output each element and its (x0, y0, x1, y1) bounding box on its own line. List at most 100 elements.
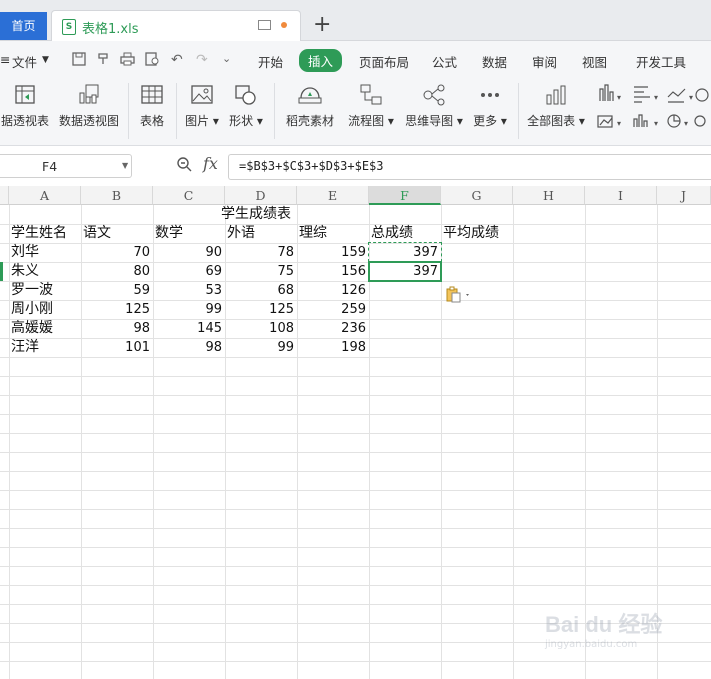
name-box[interactable]: F4 ▼ (0, 154, 132, 178)
table-button[interactable]: 表格 (134, 77, 170, 145)
cell-english[interactable]: 99 (225, 338, 294, 357)
cell-chinese[interactable]: 59 (81, 281, 150, 300)
quick-access-more-icon[interactable]: ⌄ (222, 52, 231, 65)
column-header-b[interactable]: B (81, 186, 153, 205)
column-header-e[interactable]: E (297, 186, 369, 205)
fx-icon[interactable]: fx (203, 154, 218, 173)
new-tab-button[interactable]: + (313, 11, 331, 39)
active-cell[interactable] (368, 261, 442, 282)
cell-chinese[interactable]: 125 (81, 300, 150, 319)
column-header-i[interactable]: I (585, 186, 657, 205)
ribbon-insert: 据透视表 数据透视图 表格 图片 ▾ 形状 ▾ 稻壳素材 流程图 ▾ 思维导图 … (0, 77, 711, 146)
menu-data[interactable]: 数据 (482, 52, 507, 71)
column-header-f[interactable]: F (369, 186, 441, 205)
menu-review[interactable]: 审阅 (532, 52, 557, 71)
cell-chinese[interactable]: 80 (81, 262, 150, 281)
column-header-h[interactable]: H (513, 186, 585, 205)
formula-input[interactable]: =$B$3+$C$3+$D$3+$E$3 (228, 154, 711, 180)
menu-view[interactable]: 视图 (582, 52, 607, 71)
pivot-chart-button[interactable]: 数据透视图 (56, 77, 122, 145)
cell-total[interactable] (369, 319, 438, 338)
menu-formula[interactable]: 公式 (432, 52, 457, 71)
cell-science[interactable]: 156 (297, 262, 366, 281)
chart-type-grid[interactable]: ▾ ▾ ▾ ▾ ▾ ▾ (596, 83, 711, 143)
cell-name[interactable]: 朱义 (11, 262, 39, 281)
menu-file[interactable]: 文件 (12, 52, 37, 71)
cell-math[interactable]: 98 (153, 338, 222, 357)
zoom-search-icon[interactable] (176, 156, 192, 176)
cell-name[interactable]: 罗一波 (11, 281, 53, 300)
spreadsheet-grid[interactable]: A B C D E F G H I J 学生成绩表 学生姓名 语文 数学 外语 … (0, 186, 711, 679)
copy-marquee (368, 242, 442, 262)
pivot-table-button[interactable]: 据透视表 (0, 77, 50, 145)
shape-button[interactable]: 形状 ▾ (226, 77, 266, 145)
table-icon (141, 85, 163, 104)
picture-button[interactable]: 图片 ▾ (182, 77, 222, 145)
cell-total[interactable] (369, 338, 438, 357)
cell-science[interactable]: 126 (297, 281, 366, 300)
svg-text:▾: ▾ (654, 93, 658, 102)
cell-chinese[interactable]: 70 (81, 243, 150, 262)
menu-page-layout[interactable]: 页面布局 (359, 52, 409, 71)
cell-english[interactable]: 125 (225, 300, 294, 319)
tab-document-label: 表格1.xls (82, 22, 139, 37)
paste-options-icon[interactable] (446, 286, 470, 303)
gridline (0, 452, 711, 453)
menu-insert[interactable]: 插入 (299, 49, 343, 72)
hamburger-icon[interactable]: ≡ (0, 52, 10, 67)
tab-document[interactable]: S 表格1.xls (51, 10, 301, 42)
cell-english[interactable]: 75 (225, 262, 294, 281)
cell-name[interactable]: 刘华 (11, 243, 39, 262)
more-button[interactable]: 更多 ▾ (470, 77, 510, 145)
cell-science[interactable]: 198 (297, 338, 366, 357)
cell-english[interactable]: 108 (225, 319, 294, 338)
cell-total[interactable] (369, 281, 438, 300)
mindmap-label: 思维导图 ▾ (405, 114, 463, 128)
chevron-down-icon[interactable]: ▼ (122, 161, 128, 170)
gridline (0, 604, 711, 605)
tab-home[interactable]: 首页 (0, 12, 47, 40)
cell-name[interactable]: 汪洋 (11, 338, 39, 357)
select-all-corner[interactable] (0, 186, 9, 205)
format-painter-icon[interactable] (96, 52, 110, 70)
chevron-down-icon[interactable]: ▼ (42, 55, 49, 65)
cell-math[interactable]: 90 (153, 243, 222, 262)
more-icon (481, 93, 499, 97)
cell-science[interactable]: 159 (297, 243, 366, 262)
print-icon[interactable] (120, 52, 135, 70)
cell-science[interactable]: 259 (297, 300, 366, 319)
menu-start[interactable]: 开始 (258, 52, 283, 71)
cell-math[interactable]: 145 (153, 319, 222, 338)
print-preview-icon[interactable] (145, 52, 160, 70)
cell-science[interactable]: 236 (297, 319, 366, 338)
docer-material-button[interactable]: 稻壳素材 (282, 77, 338, 145)
ribbon-divider (128, 83, 129, 139)
save-icon[interactable] (72, 52, 86, 70)
cell-total[interactable] (369, 300, 438, 319)
cell-chinese[interactable]: 98 (81, 319, 150, 338)
cell-name[interactable]: 周小刚 (11, 300, 53, 319)
name-box-value: F4 (42, 159, 58, 174)
column-header-d[interactable]: D (225, 186, 297, 205)
redo-icon[interactable]: ↷ (196, 52, 208, 68)
cell-chinese[interactable]: 101 (81, 338, 150, 357)
menu-developer[interactable]: 开发工具 (636, 52, 686, 71)
cell-name[interactable]: 高媛媛 (11, 319, 53, 338)
flowchart-button[interactable]: 流程图 ▾ (346, 77, 396, 145)
cell-math[interactable]: 53 (153, 281, 222, 300)
mindmap-button[interactable]: 思维导图 ▾ (404, 77, 464, 145)
cell-english[interactable]: 68 (225, 281, 294, 300)
svg-text:▾: ▾ (617, 93, 621, 102)
spreadsheet-file-icon: S (62, 19, 76, 35)
column-header-j[interactable]: J (657, 186, 711, 205)
cell-math[interactable]: 69 (153, 262, 222, 281)
cell-english[interactable]: 78 (225, 243, 294, 262)
column-header-g[interactable]: G (441, 186, 513, 205)
column-header-c[interactable]: C (153, 186, 225, 205)
all-charts-button[interactable]: 全部图表 ▾ (524, 77, 588, 145)
monitor-icon[interactable] (258, 20, 271, 30)
pivot-table-icon (15, 85, 35, 104)
column-header-a[interactable]: A (9, 186, 81, 205)
undo-icon[interactable]: ↶ (171, 52, 183, 68)
cell-math[interactable]: 99 (153, 300, 222, 319)
